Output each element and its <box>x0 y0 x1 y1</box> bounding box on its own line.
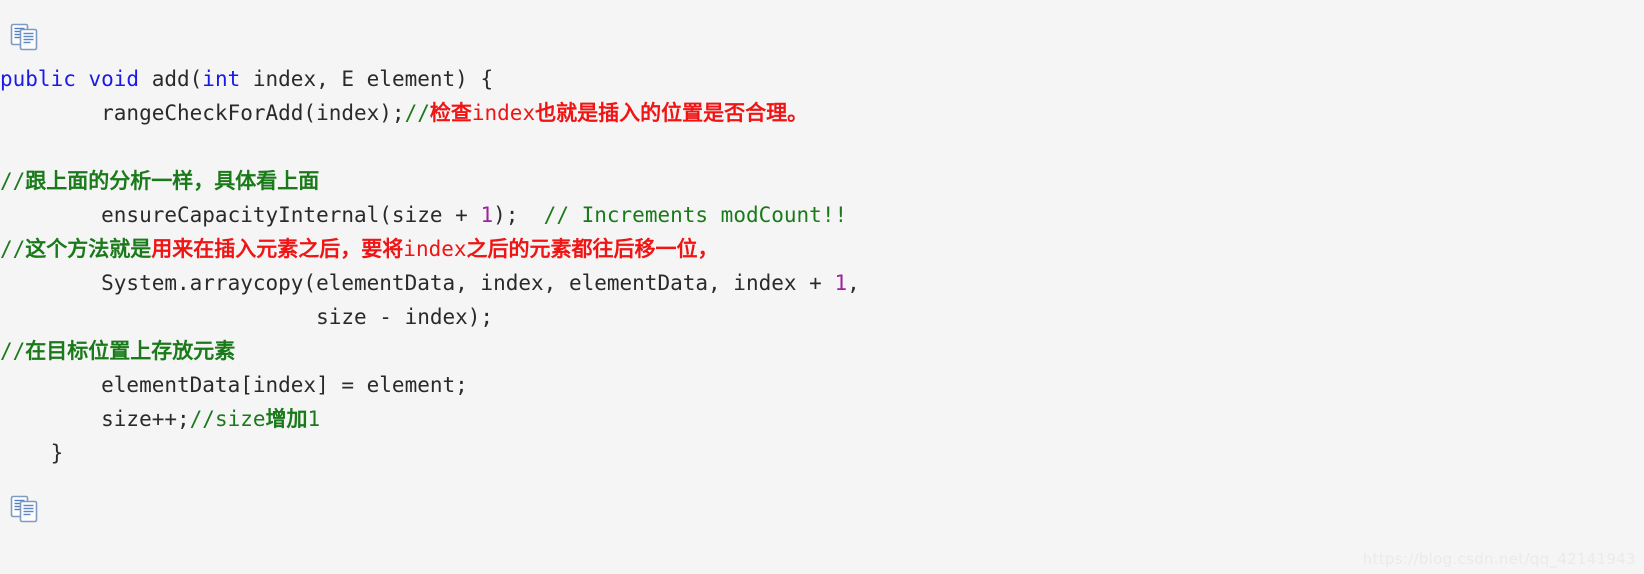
code-token: 1 <box>480 203 494 227</box>
code-token: index <box>403 237 467 261</box>
code-line: //这个方法就是用来在插入元素之后，要将index之后的元素都往后移一位， <box>0 232 1644 266</box>
code-token: int <box>202 67 241 91</box>
code-line: rangeCheckForAdd(index);//检查index也就是插入的位… <box>0 96 1644 130</box>
code-token: , <box>847 271 860 295</box>
code-token: // Increments modCount!! <box>543 203 848 227</box>
code-token: size - index); <box>0 305 494 329</box>
code-token: 也就是插入的位置是否合理。 <box>535 101 809 125</box>
code-token: ); <box>493 203 544 227</box>
code-line: //在目标位置上存放元素 <box>0 334 1644 368</box>
code-token: 在目标位置上存放元素 <box>25 339 236 363</box>
code-snippet-page: public void add(int index, E element) { … <box>0 0 1644 574</box>
code-token: System.arraycopy(elementData, index, ele… <box>0 271 835 295</box>
code-token: index, E element) { <box>240 67 494 91</box>
code-token: // <box>0 169 26 193</box>
code-token: 1 <box>307 407 321 431</box>
code-token: index <box>471 101 536 125</box>
code-line: size - index); <box>0 300 1644 334</box>
code-token: } <box>0 441 64 465</box>
code-token: //size <box>189 407 266 431</box>
code-line: } <box>0 436 1644 470</box>
code-token: // <box>0 237 26 261</box>
code-block: public void add(int index, E element) { … <box>0 62 1644 470</box>
copy-icon-glyph <box>10 23 38 51</box>
code-token: // <box>0 339 26 363</box>
copy-icon[interactable] <box>10 494 40 524</box>
code-line: ensureCapacityInternal(size + 1); // Inc… <box>0 198 1644 232</box>
code-token: 跟上面的分析一样，具体看上面 <box>25 169 320 193</box>
code-token: size++; <box>0 407 190 431</box>
code-token: 这个方法就是 <box>25 237 152 261</box>
code-token: 之后的元素都往后移一位， <box>466 237 719 261</box>
code-token: 检查 <box>429 101 472 125</box>
code-token: elementData[index] = element; <box>0 373 468 397</box>
code-token: // <box>404 101 430 125</box>
code-line: elementData[index] = element; <box>0 368 1644 402</box>
copy-icon[interactable] <box>10 22 40 52</box>
watermark: https://blog.csdn.net/qq_42141943 <box>1362 550 1636 568</box>
code-token: public void <box>0 67 152 91</box>
code-line: System.arraycopy(elementData, index, ele… <box>0 266 1644 300</box>
code-token: 1 <box>834 271 848 295</box>
code-line: size++;//size增加1 <box>0 402 1644 436</box>
code-token: rangeCheckForAdd(index); <box>0 101 405 125</box>
code-token: add( <box>151 67 203 91</box>
code-line: //跟上面的分析一样，具体看上面 <box>0 164 1644 198</box>
code-line: public void add(int index, E element) { <box>0 62 1644 96</box>
code-token: ensureCapacityInternal(size + <box>0 203 481 227</box>
copy-icon-glyph <box>10 495 38 523</box>
code-token: 用来在插入元素之后，要将 <box>151 237 404 261</box>
code-token: 增加 <box>265 407 308 431</box>
